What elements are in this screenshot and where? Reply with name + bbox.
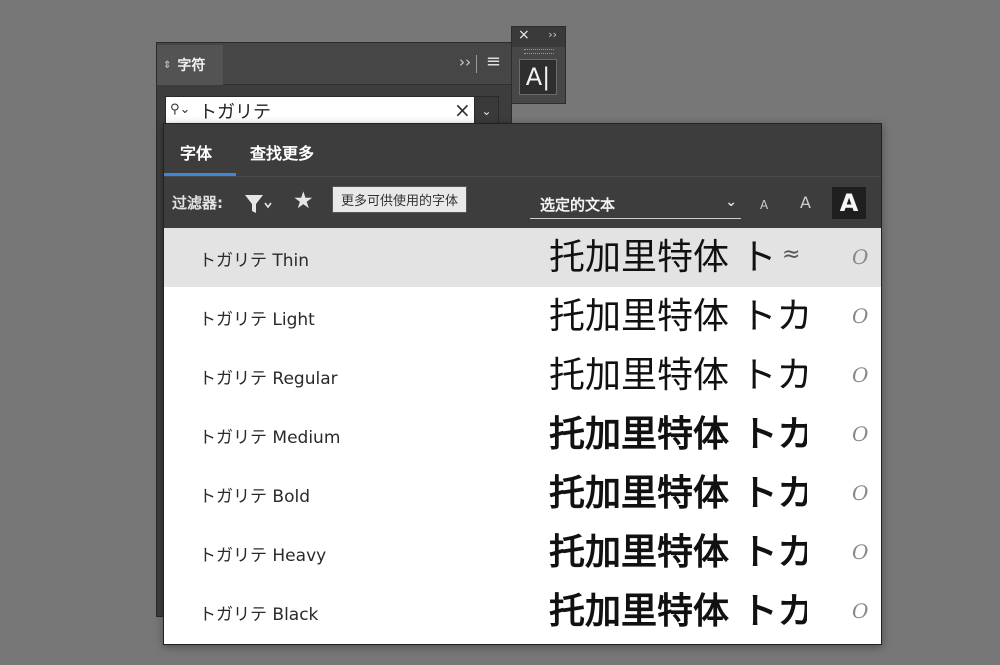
sample-text-label: 选定的文本 <box>540 196 616 214</box>
font-sample: 托加里特体 トカ <box>549 414 807 455</box>
font-row[interactable]: トガリテ Thin 托加里特体 ト ≈ O <box>164 228 881 287</box>
font-name: トガリテ Bold <box>199 487 310 507</box>
font-name: トガリテ Medium <box>199 428 341 448</box>
font-dropdown-button[interactable]: ⌄ <box>474 96 499 126</box>
drag-grip[interactable] <box>524 49 554 54</box>
glyph-mini-panel: × ›› A| <box>511 26 566 104</box>
tooltip: 更多可供使用的字体 <box>332 186 468 213</box>
filter-funnel-icon[interactable] <box>244 193 272 215</box>
chevron-down-icon: ⌄ <box>725 194 737 210</box>
mini-panel-titlebar: × ›› <box>512 27 565 47</box>
opentype-icon: O <box>852 422 869 446</box>
font-row[interactable]: トガリテ Regular 托加里特体 トカ O <box>164 346 881 405</box>
clear-search-icon[interactable]: × <box>454 98 471 122</box>
font-name: トガリテ Black <box>199 605 319 625</box>
character-panel-button[interactable]: A| <box>519 59 557 95</box>
font-sample: 托加里特体 トカ <box>549 296 807 337</box>
tab-find-more[interactable]: 查找更多 <box>250 140 314 164</box>
tab-fonts[interactable]: 字体 <box>180 140 212 164</box>
font-sample: 托加里特体 トカ <box>549 473 807 514</box>
font-search-box[interactable]: ⚲⌄ × ⌄ <box>165 96 499 126</box>
font-name: トガリテ Heavy <box>199 546 327 566</box>
opentype-icon: O <box>852 599 869 623</box>
tab-divider <box>164 176 881 177</box>
panel-menu-icon[interactable]: ≡ <box>486 51 501 72</box>
size-large-button[interactable]: A <box>832 187 866 219</box>
font-name: トガリテ Light <box>199 310 315 330</box>
tab-character[interactable]: ⇕ 字符 <box>157 45 223 85</box>
font-search-input[interactable] <box>199 99 439 123</box>
chevron-down-icon: ⌄ <box>481 104 492 118</box>
font-name: トガリテ Regular <box>199 369 338 389</box>
opentype-icon: O <box>852 304 869 328</box>
opentype-icon: O <box>852 245 869 269</box>
close-icon[interactable]: × <box>518 27 530 43</box>
favorites-star-icon[interactable]: ★ <box>293 188 314 214</box>
size-small-button[interactable]: A <box>760 198 768 212</box>
sample-text-select[interactable]: 选定的文本 ⌄ <box>530 192 741 219</box>
collapse-arrows-icon[interactable]: ⇕ <box>163 60 171 71</box>
font-row[interactable]: トガリテ Light 托加里特体 トカ O <box>164 287 881 346</box>
opentype-icon: O <box>852 540 869 564</box>
character-panel-header: ⇕ 字符 ›› ≡ <box>157 43 511 85</box>
filter-label: 过滤器: <box>172 194 223 212</box>
font-name: トガリテ Thin <box>199 251 310 271</box>
search-icon[interactable]: ⚲⌄ <box>170 102 190 117</box>
popup-header: 字体 查找更多 过滤器: ★ 更多可供使用的字体 选定的文本 ⌄ A A A <box>164 124 881 228</box>
opentype-icon: O <box>852 481 869 505</box>
font-sample: 托加里特体 ト <box>549 237 777 278</box>
font-row[interactable]: トガリテ Heavy 托加里特体 トカ O <box>164 523 881 582</box>
font-sample: 托加里特体 トカ <box>549 532 807 573</box>
font-sample: 托加里特体 トカ <box>549 591 807 632</box>
similar-icon[interactable]: ≈ <box>780 242 803 267</box>
font-row[interactable]: トガリテ Medium 托加里特体 トカ O <box>164 405 881 464</box>
opentype-icon: O <box>852 363 869 387</box>
size-medium-button[interactable]: A <box>800 193 811 212</box>
font-row[interactable]: トガリテ Bold 托加里特体 トカ O <box>164 464 881 523</box>
header-divider <box>476 55 477 73</box>
tab-character-label: 字符 <box>177 58 206 74</box>
expand-icon[interactable]: ›› <box>548 28 557 41</box>
font-list-popup: 字体 查找更多 过滤器: ★ 更多可供使用的字体 选定的文本 ⌄ A A A ト… <box>163 123 882 645</box>
expand-panel-icon[interactable]: ›› <box>459 53 471 71</box>
font-sample: 托加里特体 トカ <box>549 355 807 396</box>
font-row[interactable]: トガリテ Black 托加里特体 トカ O <box>164 582 881 641</box>
